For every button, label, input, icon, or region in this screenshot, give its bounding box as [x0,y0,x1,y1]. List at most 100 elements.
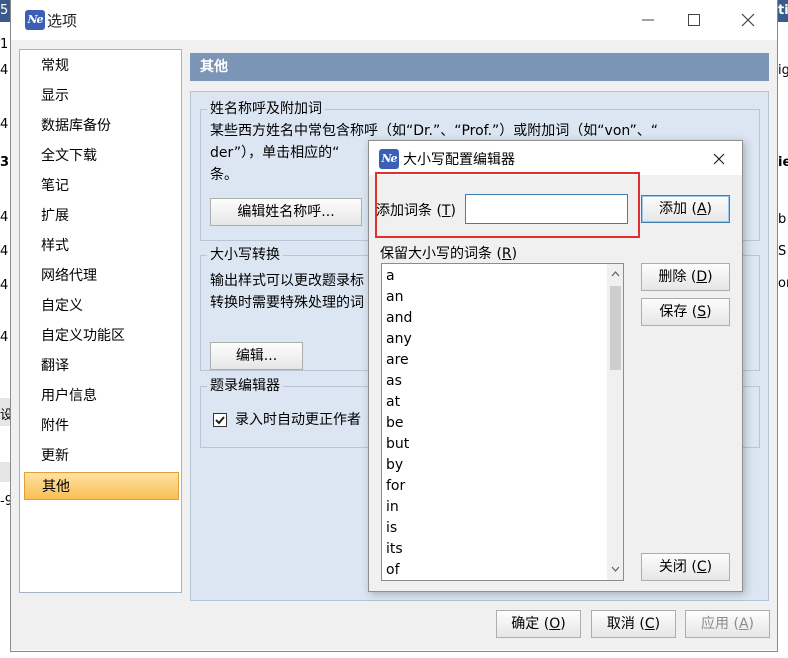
background-text: ig [778,63,788,78]
list-item[interactable]: as [386,371,402,392]
list-item[interactable]: be [386,413,404,434]
close-dialog-button[interactable]: 关闭 (C) [641,553,730,581]
background-app-right-edge: ti ig ie b S or [778,0,788,658]
preserved-case-listbox[interactable]: a an and any are as at be but by for in … [381,263,624,581]
background-text: or [778,276,788,291]
button-label: 删除 [658,269,687,285]
group-description: 某些西方姓名中常包含称呼（如“Dr.”、“Prof.”）或附加词（如“von”、… [210,123,658,139]
close-icon [741,13,755,27]
background-text: 4 [0,210,9,225]
list-item[interactable]: are [386,350,409,371]
background-text: 4 [0,117,9,132]
list-item[interactable]: its [386,539,403,560]
save-entries-button[interactable]: 保存 (S) [641,298,730,326]
list-item[interactable]: in [386,497,399,518]
dialog-title-bar[interactable]: Ne 大小写配置编辑器 [369,141,742,175]
list-item[interactable]: by [386,455,403,476]
background-text: b [778,212,787,227]
edit-case-button[interactable]: 编辑... [210,342,303,370]
list-item[interactable]: and [386,308,412,329]
background-text: S [778,244,787,259]
dialog-title: 大小写配置编辑器 [403,152,515,168]
autocorrect-author-label: 录入时自动更正作者 [235,412,361,428]
access-key: C [644,616,655,632]
annotation-highlight-box [375,172,640,238]
scroll-up-icon[interactable] [611,269,620,278]
sidebar-item-user-info[interactable]: 用户信息 [24,382,179,410]
delete-entry-button[interactable]: 删除 (D) [641,263,730,291]
background-text: 1 [0,37,9,52]
group-title: 姓名称呼及附加词 [207,100,325,118]
group-description: 条。 [210,167,238,183]
scroll-down-icon[interactable] [611,565,620,574]
list-item[interactable]: at [386,392,400,413]
sidebar-item-fulltext-download[interactable]: 全文下载 [24,142,179,170]
sidebar-item-general[interactable]: 常规 [24,52,179,80]
checkmark-icon [215,416,225,425]
scroll-thumb[interactable] [610,286,621,370]
apply-button[interactable]: 应用 (A) [685,610,770,638]
button-label: 保存 [659,304,688,320]
list-item[interactable]: but [386,434,409,455]
group-title: 题录编辑器 [207,377,283,395]
button-label: 添加 [659,201,688,217]
list-item[interactable]: is [386,518,397,539]
panel-header: 其他 [190,53,769,81]
group-title: 大小写转换 [207,246,283,264]
preserved-case-list-label: 保留大小写的词条 (R) [380,246,518,262]
background-text: 5 [0,3,9,18]
background-text: ti [778,3,788,18]
dialog-close-button[interactable] [709,149,729,169]
background-text: 4 [0,244,9,259]
sidebar-item-attachments[interactable]: 附件 [24,412,179,440]
access-key: A [738,616,749,632]
access-key: O [549,616,561,632]
autocorrect-author-checkbox[interactable] [213,413,227,427]
minimize-button[interactable] [625,4,671,36]
access-key: C [696,559,707,575]
sidebar-item-custom-ribbon[interactable]: 自定义功能区 [24,322,179,350]
list-item[interactable]: of [386,560,400,580]
sidebar-item-proxy[interactable]: 网络代理 [24,262,179,290]
group-description: 转换时需要特殊处理的词 [210,295,364,311]
sidebar-item-extensions[interactable]: 扩展 [24,202,179,230]
title-bar[interactable]: Ne 选项 [11,0,777,40]
access-key: S [697,304,707,320]
group-description: 输出样式可以更改题录标 [210,273,364,289]
list-item[interactable]: an [386,287,403,308]
ok-button[interactable]: 确定 (O) [496,610,581,638]
list-scrollbar[interactable] [607,264,623,580]
maximize-icon [688,14,700,26]
sidebar-item-styles[interactable]: 样式 [24,232,179,260]
sidebar-item-other[interactable]: 其他 [24,472,179,500]
background-app-left-edge: 5 1 4 4 3 4 4 4 4 设 -9 [0,0,13,658]
cancel-button[interactable]: 取消 (C) [591,610,676,638]
window-title: 选项 [47,12,78,30]
sidebar-item-display[interactable]: 显示 [24,82,179,110]
list-item[interactable]: a [386,266,395,287]
group-description: der”），单击相应的“ [210,145,340,161]
sidebar-item-update[interactable]: 更新 [24,442,179,470]
list-item[interactable]: for [386,476,405,497]
list-item[interactable]: any [386,329,412,350]
app-logo-icon: Ne [25,10,45,30]
background-row [0,462,10,482]
label-text: 保留大小写的词条 [380,246,492,262]
sidebar-item-notes[interactable]: 笔记 [24,172,179,200]
background-text: 4 [0,278,9,293]
close-icon [713,153,725,165]
access-key: R [501,246,512,262]
background-text: 4 [0,63,9,78]
access-key: D [696,269,708,285]
app-logo-icon: Ne [379,149,399,169]
close-window-button[interactable] [725,4,771,36]
sidebar-item-custom[interactable]: 自定义 [24,292,179,320]
add-entry-button[interactable]: 添加 (A) [641,195,730,223]
edit-name-prefix-button[interactable]: 编辑姓名称呼... [210,198,362,226]
button-label: 确定 [511,616,540,632]
sidebar-item-translate[interactable]: 翻译 [24,352,179,380]
button-label: 取消 [606,616,635,632]
sidebar-item-database-backup[interactable]: 数据库备份 [24,112,179,140]
button-label: 关闭 [658,559,687,575]
maximize-button[interactable] [671,4,717,36]
